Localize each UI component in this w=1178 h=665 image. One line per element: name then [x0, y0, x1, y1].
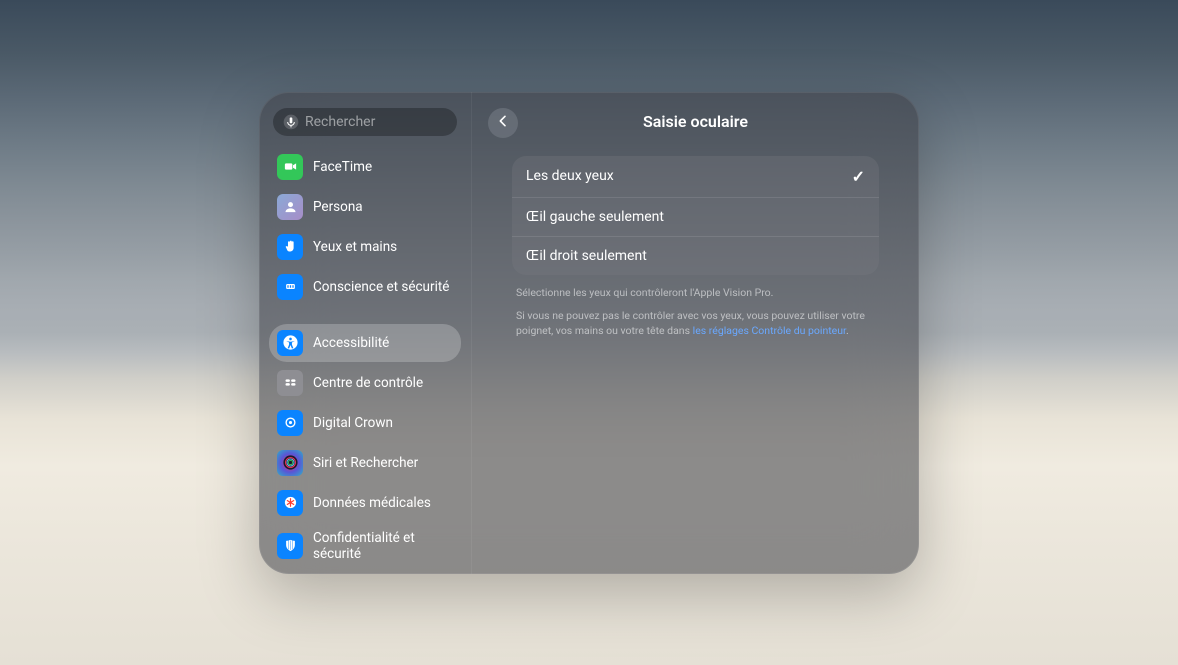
help-text-2b: . — [846, 324, 849, 337]
sidebar-item-accessibilite[interactable]: Accessibilité — [269, 324, 461, 362]
option-label: Œil droit seulement — [526, 248, 647, 264]
sidebar-item-donnees-medicales[interactable]: Données médicales — [269, 484, 461, 522]
content-body: Les deux yeux ✓ Œil gauche seulement Œil dr… — [472, 152, 919, 343]
siri-icon — [277, 450, 303, 476]
desktop-background: FaceTime Persona Yeux et mains Conscience e… — [0, 0, 1178, 665]
help-text-2: Si vous ne pouvez pas le contrôler avec … — [516, 308, 875, 338]
dial-icon — [277, 274, 303, 300]
sidebar-list: FaceTime Persona Yeux et mains Conscience e… — [267, 148, 463, 568]
back-button[interactable] — [488, 108, 518, 138]
settings-window: FaceTime Persona Yeux et mains Conscience e… — [259, 92, 919, 574]
option-label: Œil gauche seulement — [526, 209, 664, 225]
content-header: Saisie oculaire — [472, 92, 919, 152]
sidebar-item-facetime[interactable]: FaceTime — [269, 148, 461, 186]
sidebar-item-siri-et-rechercher[interactable]: Siri et Rechercher — [269, 444, 461, 482]
persona-icon — [277, 194, 303, 220]
search-field[interactable] — [273, 108, 457, 136]
sidebar-item-label: FaceTime — [313, 159, 372, 175]
medical-icon — [277, 490, 303, 516]
checkmark-icon: ✓ — [852, 167, 865, 186]
sidebar-item-label: Données médicales — [313, 495, 431, 511]
chevron-left-icon — [495, 113, 511, 133]
sidebar-item-centre-de-controle[interactable]: Centre de contrôle — [269, 364, 461, 402]
sidebar-item-yeux-et-mains[interactable]: Yeux et mains — [269, 228, 461, 266]
sidebar-item-confidentialite-et-securite[interactable]: Confidentialité et sécurité — [269, 524, 461, 568]
option-label: Les deux yeux — [526, 168, 614, 184]
sidebar-item-label: Siri et Rechercher — [313, 455, 418, 471]
help-text-1: Sélectionne les yeux qui contrôleront l'… — [516, 285, 875, 300]
option-group: Les deux yeux ✓ Œil gauche seulement Œil dr… — [512, 156, 879, 275]
search-input[interactable] — [305, 114, 447, 130]
mic-icon — [283, 114, 299, 130]
content-pane: Saisie oculaire Les deux yeux ✓ Œil gauche… — [471, 92, 919, 574]
pointer-control-link[interactable]: les réglages Contrôle du pointeur — [693, 324, 846, 337]
sidebar-item-conscience-et-securite[interactable]: Conscience et sécurité — [269, 268, 461, 306]
accessibility-icon — [277, 330, 303, 356]
sidebar-item-label: Centre de contrôle — [313, 375, 423, 391]
sidebar-item-digital-crown[interactable]: Digital Crown — [269, 404, 461, 442]
option--il-gauche-seulement[interactable]: Œil gauche seulement — [512, 198, 879, 237]
sidebar-item-label: Conscience et sécurité — [313, 279, 449, 295]
help-block: Sélectionne les yeux qui contrôleront l'… — [512, 285, 879, 339]
sidebar-item-persona[interactable]: Persona — [269, 188, 461, 226]
sidebar-item-label: Yeux et mains — [313, 239, 397, 255]
privacy-icon — [277, 533, 303, 559]
sidebar: FaceTime Persona Yeux et mains Conscience e… — [259, 92, 471, 574]
option-les-deux-yeux[interactable]: Les deux yeux ✓ — [512, 156, 879, 198]
sidebar-item-label: Persona — [313, 199, 363, 215]
facetime-icon — [277, 154, 303, 180]
sidebar-item-label: Accessibilité — [313, 335, 389, 351]
page-title: Saisie oculaire — [643, 112, 748, 131]
option--il-droit-seulement[interactable]: Œil droit seulement — [512, 237, 879, 275]
hand-icon — [277, 234, 303, 260]
crown-icon — [277, 410, 303, 436]
control-icon — [277, 370, 303, 396]
sidebar-item-label: Confidentialité et sécurité — [313, 530, 453, 562]
sidebar-item-label: Digital Crown — [313, 415, 393, 431]
